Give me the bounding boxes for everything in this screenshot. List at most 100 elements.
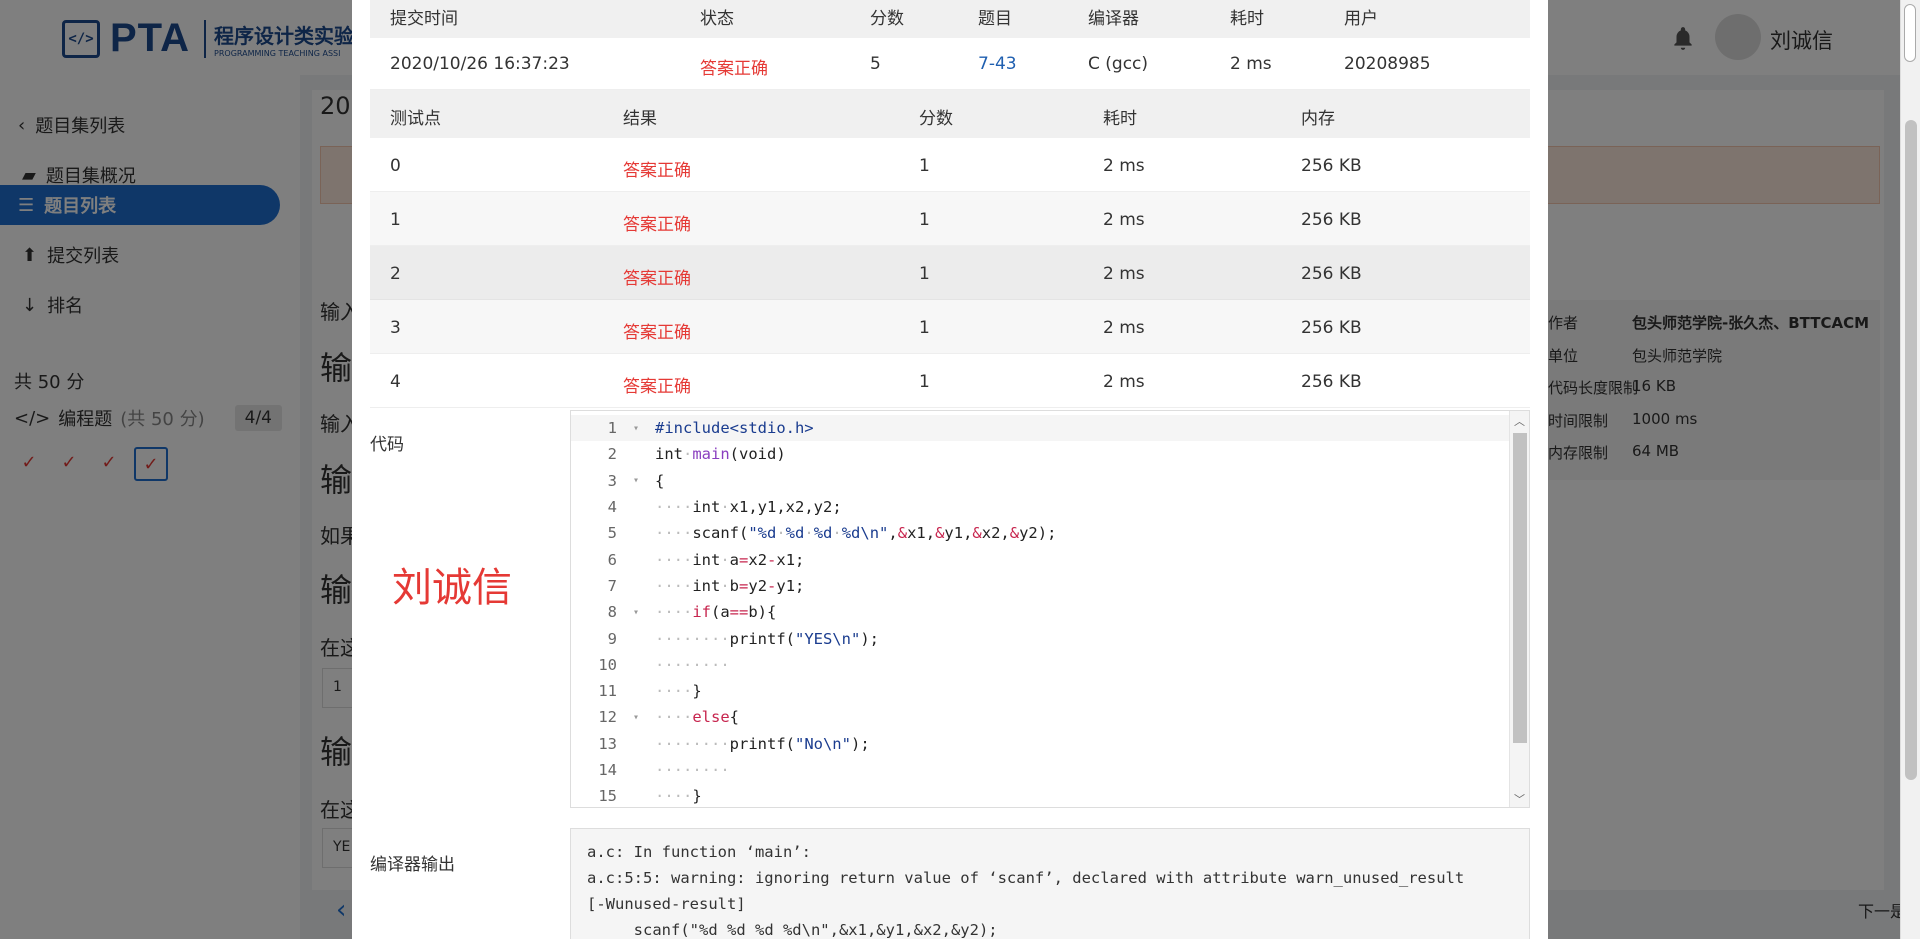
cell: 1 [919, 318, 930, 338]
col-header: 提交时间 [390, 9, 458, 29]
code-text: ····int·a=x2-x1; [655, 550, 805, 569]
page: </> PTA 程序设计类实验 PROGRAMMING TEACHING ASS… [0, 0, 1920, 939]
code-text: ····} [655, 682, 702, 701]
table-row: 2 答案正确 1 2 ms 256 KB [370, 246, 1530, 300]
page-scrollbar[interactable] [1900, 0, 1920, 939]
code-text: ····scanf("%d·%d·%d·%d\n",&x1,&y1,&x2,&y… [655, 524, 1057, 543]
line-number: 8 [607, 603, 617, 622]
cell-compiler: C (gcc) [1088, 54, 1149, 74]
code-text: { [655, 471, 665, 490]
cell: 2 ms [1103, 156, 1145, 176]
col-header: 用户 [1344, 9, 1378, 29]
cell: 2 ms [1103, 318, 1145, 338]
code-label: 代码 [370, 435, 404, 455]
cell-status: 答案正确 [700, 59, 768, 79]
cell: 1 [919, 156, 930, 176]
code-text: ········ [655, 655, 730, 674]
code-text: #include<stdio.h> [655, 419, 814, 438]
table-row: 2020/10/26 16:37:23 答案正确 5 7-43 C (gcc) … [370, 38, 1530, 90]
watermark-text: 刘诚信 [392, 565, 512, 611]
code-line: 4 ····int·x1,y1,x2,y2; [571, 494, 1511, 520]
problem-link[interactable]: 7-43 [978, 54, 1017, 74]
col-header: 耗时 [1103, 109, 1137, 129]
cell: 1 [390, 210, 401, 230]
code-line: 12 ▾ ····else{ [571, 704, 1511, 730]
cell: 1 [919, 210, 930, 230]
cell: 256 KB [1301, 318, 1362, 338]
fold-icon[interactable]: ▾ [633, 712, 639, 723]
table-row: 3 答案正确 1 2 ms 256 KB [370, 300, 1530, 354]
line-number: 10 [598, 655, 617, 674]
code-text: ····} [655, 787, 702, 806]
scrollbar-top-thumb[interactable] [1904, 4, 1916, 62]
code-line: 5 ····scanf("%d·%d·%d·%d\n",&x1,&y1,&x2,… [571, 520, 1511, 546]
col-header: 结果 [623, 109, 657, 129]
code-line: 1 ▾ #include<stdio.h> [571, 415, 1511, 442]
code-text: ····int·x1,y1,x2,y2; [655, 498, 842, 517]
code-scrollbar[interactable]: ︿ ﹀ [1509, 411, 1529, 807]
code-line: 15 ····} [571, 783, 1511, 807]
testcase-header: 测试点 结果 分数 耗时 内存 [370, 90, 1530, 138]
code-text: ········printf("No\n"); [655, 734, 870, 753]
code-line: 10 ········ [571, 652, 1511, 678]
code-text: ········ [655, 761, 730, 780]
submission-detail-modal: 提交时间 状态 分数 题目 编译器 耗时 用户 2020/10/26 16:37… [352, 0, 1548, 939]
cell-time: 2020/10/26 16:37:23 [390, 54, 570, 74]
line-number: 7 [607, 576, 617, 595]
line-number: 3 [607, 471, 617, 490]
chevron-up-icon[interactable]: ︿ [1514, 413, 1525, 429]
line-number: 9 [607, 629, 617, 648]
line-number: 2 [607, 445, 617, 464]
cell: 3 [390, 318, 401, 338]
col-header: 题目 [978, 9, 1012, 29]
cell-result: 答案正确 [623, 269, 691, 289]
cell: 1 [919, 372, 930, 392]
cell: 256 KB [1301, 372, 1362, 392]
cell-user: 20208985 [1344, 54, 1431, 74]
code-line: 2 int·main(void) [571, 441, 1511, 467]
cell: 256 KB [1301, 156, 1362, 176]
col-header: 测试点 [390, 109, 441, 129]
cell-result: 答案正确 [623, 377, 691, 397]
cell-time-used: 2 ms [1230, 54, 1272, 74]
table-row: 1 答案正确 1 2 ms 256 KB [370, 192, 1530, 246]
cell-result: 答案正确 [623, 323, 691, 343]
code-text: ····int·b=y2-y1; [655, 576, 805, 595]
cell: 2 [390, 264, 401, 284]
code-line: 9 ········printf("YES\n"); [571, 625, 1511, 651]
line-number: 12 [598, 708, 617, 727]
col-header: 编译器 [1088, 9, 1139, 29]
col-header: 耗时 [1230, 9, 1264, 29]
fold-icon[interactable]: ▾ [633, 423, 639, 434]
fold-icon[interactable]: ▾ [633, 475, 639, 486]
line-number: 11 [598, 682, 617, 701]
line-number: 4 [607, 498, 617, 517]
line-number: 1 [607, 419, 617, 438]
code-line: 14 ········ [571, 757, 1511, 783]
cell-result: 答案正确 [623, 215, 691, 235]
line-number: 6 [607, 550, 617, 569]
fold-icon[interactable]: ▾ [633, 607, 639, 618]
compiler-output: a.c: In function ‘main’: a.c:5:5: warnin… [570, 828, 1530, 939]
cell: 4 [390, 372, 401, 392]
cell: 256 KB [1301, 210, 1362, 230]
table-row: 0 答案正确 1 2 ms 256 KB [370, 138, 1530, 192]
scrollbar-thumb[interactable] [1513, 433, 1527, 743]
chevron-down-icon[interactable]: ﹀ [1514, 791, 1525, 807]
cell: 1 [919, 264, 930, 284]
code-editor[interactable]: 1 ▾ #include<stdio.h> 2 int·main(void) 3… [570, 410, 1530, 808]
cell: 2 ms [1103, 372, 1145, 392]
cell: 256 KB [1301, 264, 1362, 284]
code-text: int·main(void) [655, 445, 786, 464]
code-line: 11 ····} [571, 678, 1511, 704]
cell: 2 ms [1103, 210, 1145, 230]
scrollbar-thumb[interactable] [1905, 120, 1917, 780]
compiler-label: 编译器输出 [370, 855, 455, 875]
col-header: 分数 [870, 9, 904, 29]
line-number: 15 [598, 787, 617, 806]
line-number: 5 [607, 524, 617, 543]
code-text: ····if(a==b){ [655, 603, 777, 622]
code-line: 7 ····int·b=y2-y1; [571, 573, 1511, 599]
code-text: ····else{ [655, 708, 739, 727]
cell-score: 5 [870, 54, 881, 74]
